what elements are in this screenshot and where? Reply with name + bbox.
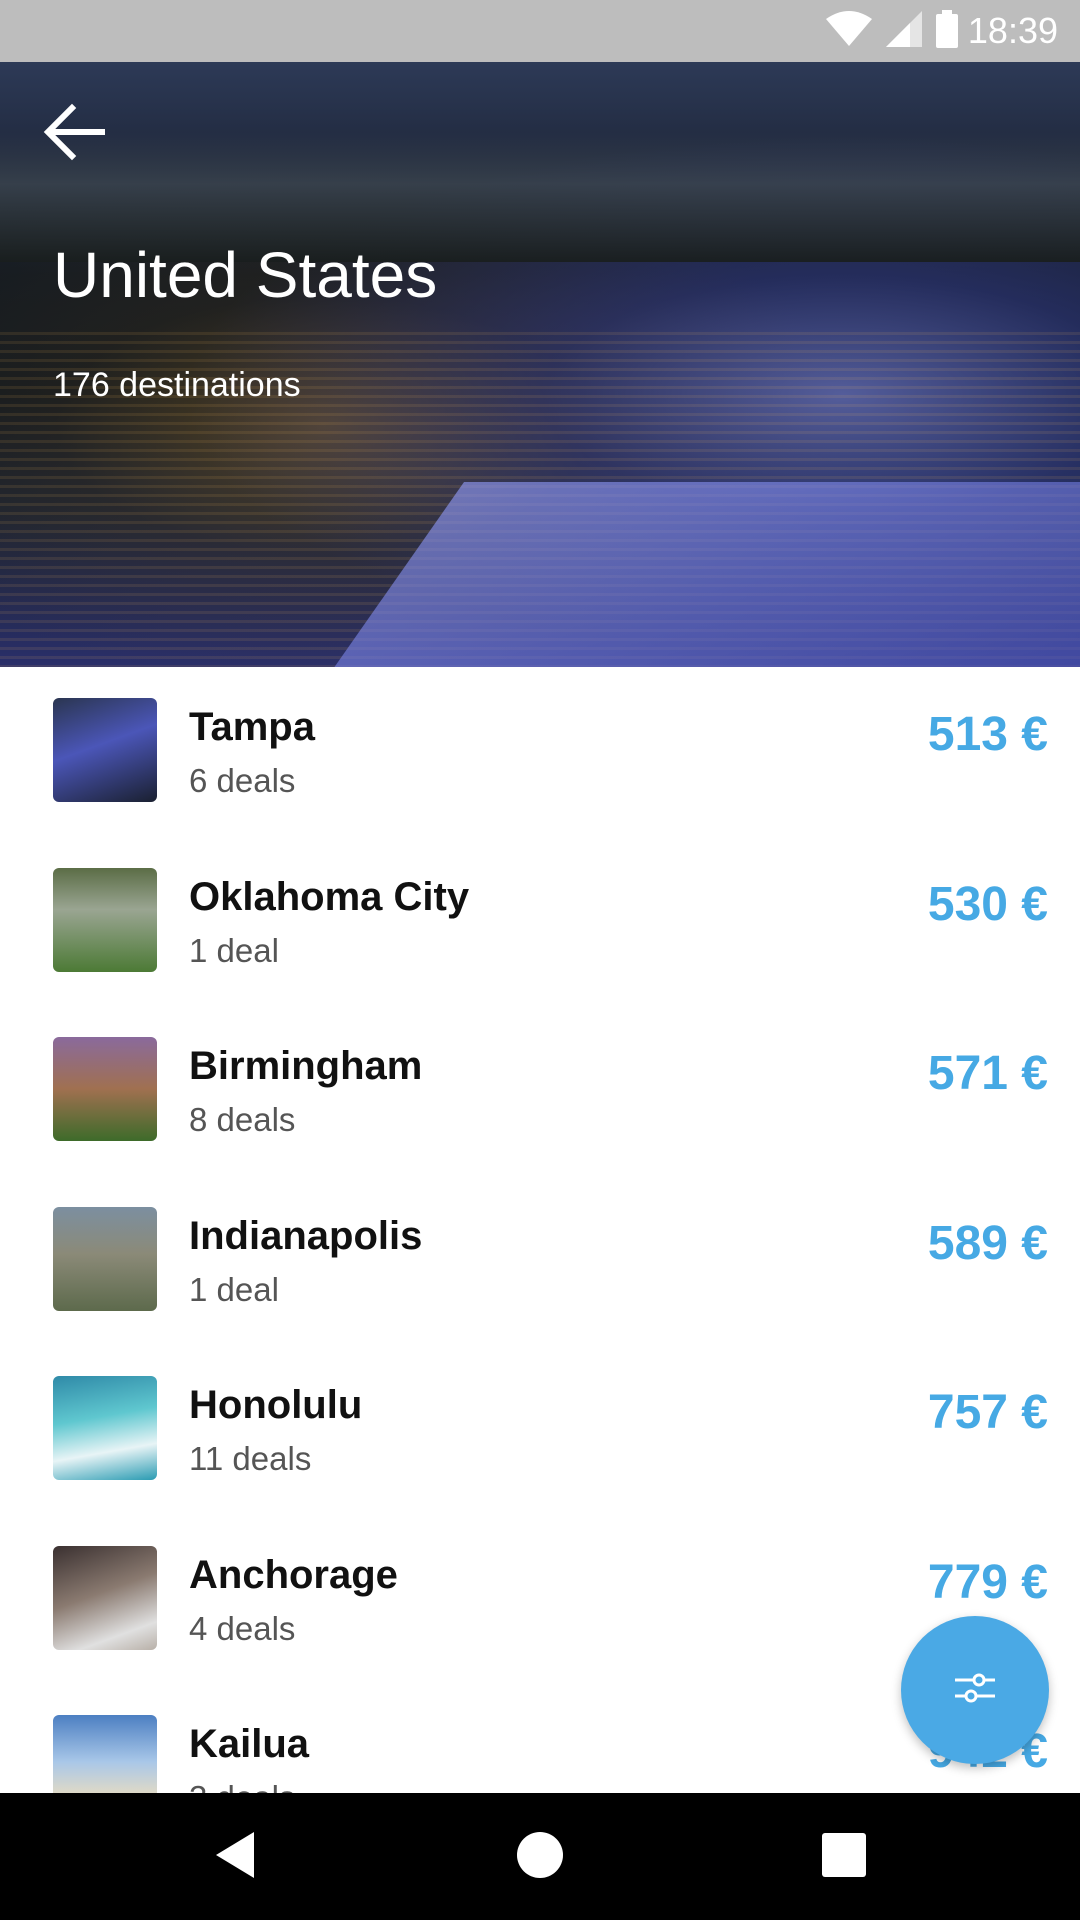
deal-count: 8 deals <box>189 1101 296 1138</box>
list-item-honolulu[interactable]: Honolulu 11 deals 757 € <box>0 1345 1080 1515</box>
signal-icon <box>885 11 922 51</box>
destination-name: Tampa <box>189 705 315 749</box>
list-item-indianapolis[interactable]: Indianapolis 1 deal 589 € <box>0 1176 1080 1346</box>
destination-price: 589 € <box>927 1216 1048 1270</box>
destination-price: 513 € <box>927 708 1048 761</box>
deal-count: 1 deal <box>189 1270 279 1308</box>
nav-back-button[interactable] <box>176 1793 296 1920</box>
battery-icon <box>935 10 958 52</box>
destination-price: 779 € <box>927 1555 1048 1609</box>
destination-price: 757 € <box>927 1386 1048 1439</box>
destination-thumbnail <box>53 867 157 972</box>
wifi-icon <box>825 11 872 51</box>
square-recents-icon <box>821 1832 867 1882</box>
page-title: United States <box>53 239 438 311</box>
destination-thumbnail <box>53 1376 157 1480</box>
deal-count: 1 deal <box>189 931 279 969</box>
destination-thumbnail <box>53 1715 157 1793</box>
deal-count: 11 deals <box>189 1440 312 1477</box>
destination-thumbnail <box>53 698 157 802</box>
arrow-back-icon <box>42 100 106 168</box>
status-time: 18:39 <box>967 10 1058 51</box>
nav-recents-button[interactable] <box>784 1793 904 1920</box>
filter-sliders-icon <box>951 1664 999 1716</box>
list-item-tampa[interactable]: Tampa 6 deals 513 € <box>0 667 1080 837</box>
destination-name: Honolulu <box>189 1383 363 1427</box>
list-item-oklahoma-city[interactable]: Oklahoma City 1 deal 530 € <box>0 837 1080 1007</box>
destination-name: Anchorage <box>189 1552 398 1597</box>
status-icons <box>825 10 958 52</box>
deal-count: 6 deals <box>189 762 296 799</box>
status-bar: 18:39 <box>0 0 1080 62</box>
destination-price: 530 € <box>927 877 1048 931</box>
filter-button[interactable] <box>901 1616 1049 1764</box>
triangle-back-icon <box>214 1830 258 1884</box>
destination-thumbnail <box>53 1545 157 1650</box>
destination-thumbnail <box>53 1206 157 1311</box>
navigation-bar <box>0 1793 1080 1920</box>
destination-count: 176 destinations <box>53 366 301 404</box>
destination-name: Birmingham <box>189 1044 423 1088</box>
list-item-birmingham[interactable]: Birmingham 8 deals 571 € <box>0 1006 1080 1176</box>
destination-name: Indianapolis <box>189 1213 423 1258</box>
back-button[interactable] <box>36 96 112 172</box>
nav-home-button[interactable] <box>480 1793 600 1920</box>
circle-home-icon <box>516 1831 564 1883</box>
destination-price: 571 € <box>927 1047 1048 1100</box>
destination-thumbnail <box>53 1037 157 1141</box>
hero-image <box>0 62 1080 667</box>
deal-count: 3 deals <box>189 1779 295 1793</box>
destination-name: Oklahoma City <box>189 874 470 919</box>
deal-count: 4 deals <box>189 1609 296 1647</box>
destination-list: Tampa 6 deals 513 € Oklahoma City 1 deal… <box>0 667 1080 1793</box>
destination-name: Kailua <box>189 1722 310 1766</box>
